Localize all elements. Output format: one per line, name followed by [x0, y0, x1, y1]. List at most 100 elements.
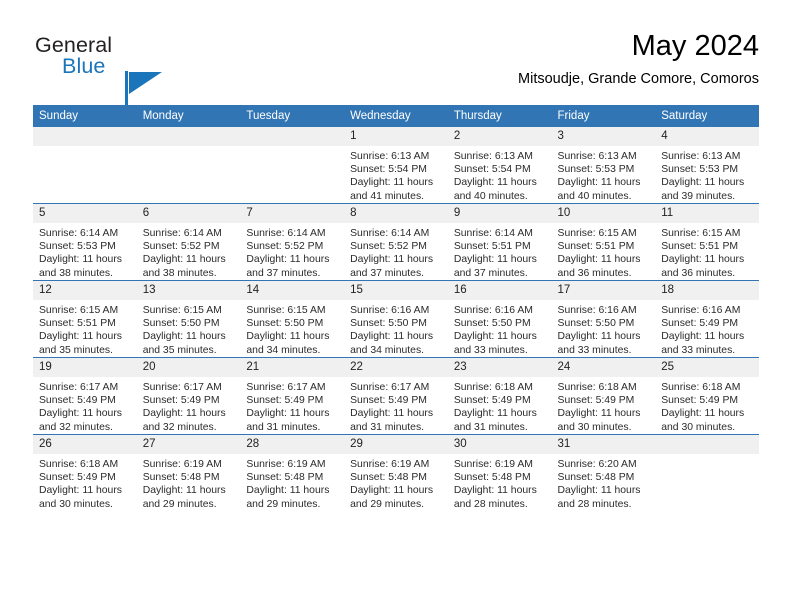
day-detail-line: and 29 minutes. [350, 498, 425, 510]
day-detail-line: Daylight: 11 hours [350, 485, 434, 497]
day-detail-line: Daylight: 11 hours [453, 485, 537, 497]
calendar-day-cell[interactable]: 23 Sunrise: 6:18 AM Sunset: 5:49 PM Dayligh… [447, 357, 552, 435]
day-detail-line: and 28 minutes. [453, 498, 528, 510]
day-detail-line: Sunset: 5:50 PM [246, 318, 324, 330]
calendar-day-cell[interactable]: 29 Sunrise: 6:19 AM Sunset: 5:48 PM Dayligh… [344, 434, 448, 511]
day-detail-line: Daylight: 11 hours [453, 408, 537, 420]
day-detail-line: Daylight: 11 hours [350, 177, 434, 189]
day-number: 15 [344, 281, 448, 300]
calendar-day-cell[interactable]: 4 Sunrise: 6:13 AM Sunset: 5:53 PM Daylight… [655, 127, 759, 204]
calendar-day-cell[interactable]: 12 Sunrise: 6:15 AM Sunset: 5:51 PM Dayligh… [33, 280, 137, 358]
day-detail-line: Sunrise: 6:13 AM [661, 151, 741, 162]
day-detail-line: and 33 minutes. [557, 344, 632, 356]
day-detail-line: and 33 minutes. [453, 344, 528, 356]
calendar-day-cell[interactable]: 22 Sunrise: 6:17 AM Sunset: 5:49 PM Dayligh… [344, 357, 448, 435]
day-detail-line: Sunset: 5:49 PM [453, 395, 531, 407]
calendar-day-cell[interactable]: 9 Sunrise: 6:14 AM Sunset: 5:51 PM Daylight… [447, 203, 552, 281]
day-number: 24 [551, 358, 656, 377]
day-detail-line: Sunset: 5:51 PM [661, 241, 739, 253]
calendar-day-cell[interactable]: 13 Sunrise: 6:15 AM Sunset: 5:50 PM Dayligh… [136, 280, 241, 358]
day-detail-line: Sunrise: 6:13 AM [350, 151, 430, 162]
calendar-day-cell[interactable]: 28 Sunrise: 6:19 AM Sunset: 5:48 PM Dayligh… [240, 434, 345, 511]
day-number: 29 [344, 435, 448, 454]
day-detail-line: Daylight: 11 hours [246, 485, 330, 497]
weekday-header-tuesday: Tuesday [240, 105, 345, 127]
weekday-header-friday: Friday [551, 105, 656, 127]
calendar-day-cell[interactable]: 27 Sunrise: 6:19 AM Sunset: 5:48 PM Dayligh… [136, 434, 241, 511]
day-number [33, 127, 137, 146]
day-detail-line: Sunrise: 6:19 AM [350, 459, 430, 470]
day-detail-line: Sunset: 5:49 PM [661, 318, 739, 330]
calendar-day-cell[interactable]: 7 Sunrise: 6:14 AM Sunset: 5:52 PM Daylight… [240, 203, 345, 281]
day-detail-line: Daylight: 11 hours [557, 485, 641, 497]
day-number: 1 [344, 127, 448, 146]
calendar-day-cell[interactable]: 25 Sunrise: 6:18 AM Sunset: 5:49 PM Dayligh… [655, 357, 759, 435]
day-detail-line: Daylight: 11 hours [661, 254, 745, 266]
day-sun-details: Sunrise: 6:17 AM Sunset: 5:49 PM Daylight:… [137, 377, 241, 434]
calendar-day-cell[interactable]: 5 Sunrise: 6:14 AM Sunset: 5:53 PM Daylight… [33, 203, 137, 281]
day-detail-line: and 37 minutes. [246, 267, 321, 279]
calendar-day-cell-empty [136, 127, 241, 204]
calendar-day-cell[interactable]: 31 Sunrise: 6:20 AM Sunset: 5:48 PM Dayligh… [551, 434, 656, 511]
calendar-day-cell[interactable]: 24 Sunrise: 6:18 AM Sunset: 5:49 PM Dayligh… [551, 357, 656, 435]
day-number: 30 [447, 435, 552, 454]
calendar-day-cell[interactable]: 20 Sunrise: 6:17 AM Sunset: 5:49 PM Dayligh… [136, 357, 241, 435]
day-detail-line: and 30 minutes. [39, 498, 113, 510]
day-sun-details: Sunrise: 6:13 AM Sunset: 5:54 PM Daylight:… [448, 146, 552, 203]
day-detail-line: and 30 minutes. [661, 421, 736, 433]
day-detail-line: Daylight: 11 hours [246, 331, 330, 343]
day-sun-details: Sunrise: 6:16 AM Sunset: 5:50 PM Daylight:… [448, 300, 552, 357]
weekday-header-saturday: Saturday [655, 105, 759, 127]
day-number: 9 [447, 204, 552, 223]
calendar-day-cell[interactable]: 26 Sunrise: 6:18 AM Sunset: 5:49 PM Dayligh… [33, 434, 137, 511]
calendar-day-cell[interactable]: 15 Sunrise: 6:16 AM Sunset: 5:50 PM Dayligh… [344, 280, 448, 358]
calendar-day-cell[interactable]: 10 Sunrise: 6:15 AM Sunset: 5:51 PM Dayligh… [551, 203, 656, 281]
calendar-day-cell[interactable]: 11 Sunrise: 6:15 AM Sunset: 5:51 PM Dayligh… [655, 203, 759, 281]
calendar-day-cell[interactable]: 16 Sunrise: 6:16 AM Sunset: 5:50 PM Dayligh… [447, 280, 552, 358]
day-sun-details: Sunrise: 6:16 AM Sunset: 5:50 PM Daylight:… [552, 300, 656, 357]
calendar-day-cell[interactable]: 18 Sunrise: 6:16 AM Sunset: 5:49 PM Dayligh… [655, 280, 759, 358]
calendar-week-row: 19 Sunrise: 6:17 AM Sunset: 5:49 PM Dayligh… [33, 357, 759, 435]
calendar-day-cell[interactable]: 30 Sunrise: 6:19 AM Sunset: 5:48 PM Dayligh… [447, 434, 552, 511]
day-number: 6 [136, 204, 241, 223]
day-detail-line: Sunrise: 6:16 AM [453, 305, 533, 316]
day-sun-details: Sunrise: 6:15 AM Sunset: 5:51 PM Daylight:… [552, 223, 656, 280]
day-detail-line: Daylight: 11 hours [557, 408, 641, 420]
day-number: 7 [240, 204, 345, 223]
day-detail-line: Sunset: 5:50 PM [350, 318, 427, 330]
day-detail-line: Sunrise: 6:14 AM [246, 228, 326, 239]
day-detail-line: Sunset: 5:49 PM [142, 395, 220, 407]
day-number: 16 [447, 281, 552, 300]
day-detail-line: and 30 minutes. [557, 421, 632, 433]
calendar-day-cell[interactable]: 21 Sunrise: 6:17 AM Sunset: 5:49 PM Dayligh… [240, 357, 345, 435]
calendar-day-cell[interactable]: 19 Sunrise: 6:17 AM Sunset: 5:49 PM Dayligh… [33, 357, 137, 435]
calendar-day-cell[interactable]: 17 Sunrise: 6:16 AM Sunset: 5:50 PM Dayligh… [551, 280, 656, 358]
calendar-week-row: 1 Sunrise: 6:13 AM Sunset: 5:54 PM Daylight… [33, 127, 759, 204]
day-sun-details: Sunrise: 6:19 AM Sunset: 5:48 PM Daylight:… [240, 454, 344, 511]
day-detail-line: Sunset: 5:49 PM [39, 395, 116, 407]
day-detail-line: and 34 minutes. [350, 344, 425, 356]
day-detail-line: Sunset: 5:48 PM [142, 472, 220, 484]
day-number: 22 [344, 358, 448, 377]
day-detail-line: Sunset: 5:51 PM [557, 241, 635, 253]
calendar-day-cell[interactable]: 2 Sunrise: 6:13 AM Sunset: 5:54 PM Daylight… [447, 127, 552, 204]
calendar-day-cell[interactable]: 1 Sunrise: 6:13 AM Sunset: 5:54 PM Daylight… [344, 127, 448, 204]
general-blue-logo[interactable]: General Blue [33, 32, 253, 107]
day-sun-details: Sunrise: 6:18 AM Sunset: 5:49 PM Daylight:… [552, 377, 656, 434]
calendar-day-cell[interactable]: 8 Sunrise: 6:14 AM Sunset: 5:52 PM Daylight… [344, 203, 448, 281]
day-detail-line: Sunrise: 6:15 AM [661, 228, 741, 239]
calendar-day-cell[interactable]: 6 Sunrise: 6:14 AM Sunset: 5:52 PM Daylight… [136, 203, 241, 281]
day-number: 17 [551, 281, 656, 300]
calendar-day-cell[interactable]: 14 Sunrise: 6:15 AM Sunset: 5:50 PM Dayligh… [240, 280, 345, 358]
day-sun-details: Sunrise: 6:14 AM Sunset: 5:52 PM Daylight:… [240, 223, 344, 280]
day-detail-line: Sunrise: 6:15 AM [557, 228, 637, 239]
day-detail-line: and 36 minutes. [557, 267, 632, 279]
day-detail-line: and 31 minutes. [246, 421, 321, 433]
day-sun-details: Sunrise: 6:15 AM Sunset: 5:51 PM Daylight:… [655, 223, 759, 280]
day-detail-line: Sunset: 5:50 PM [453, 318, 531, 330]
day-detail-line: Sunset: 5:49 PM [661, 395, 739, 407]
day-sun-details: Sunrise: 6:18 AM Sunset: 5:49 PM Daylight:… [448, 377, 552, 434]
day-number: 27 [136, 435, 241, 454]
calendar-day-cell[interactable]: 3 Sunrise: 6:13 AM Sunset: 5:53 PM Daylight… [551, 127, 656, 204]
calendar-week-row: 5 Sunrise: 6:14 AM Sunset: 5:53 PM Daylight… [33, 203, 759, 281]
